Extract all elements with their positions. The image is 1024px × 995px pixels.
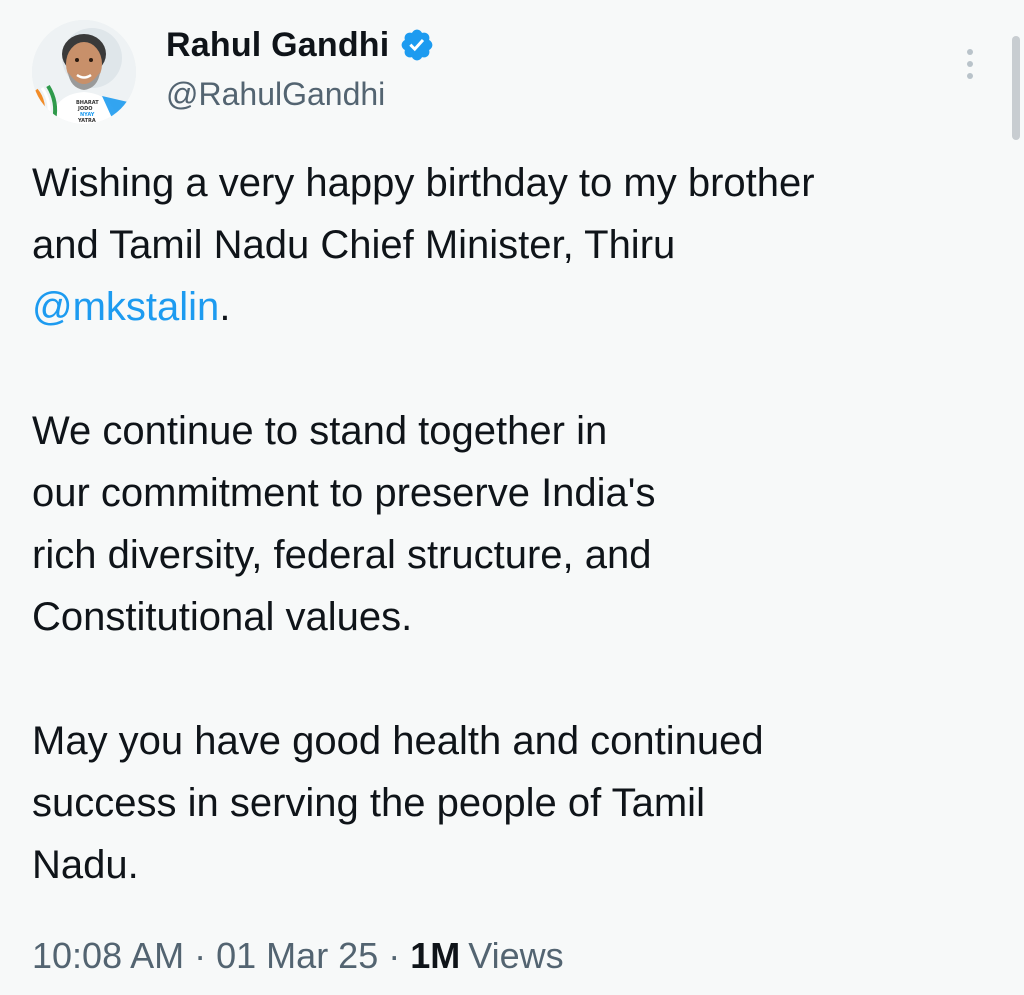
- meta-separator: ·: [388, 935, 401, 976]
- avatar-badge-line: YATRA: [77, 118, 96, 124]
- tweet-line: @mkstalin.: [32, 276, 1002, 338]
- tweet-line: and Tamil Nadu Chief Minister, Thiru: [32, 223, 676, 267]
- tweet-line: We continue to stand together in: [32, 409, 608, 453]
- views-label[interactable]: Views: [468, 935, 563, 976]
- tweet-line: Nadu.: [32, 843, 139, 887]
- more-options-icon[interactable]: [958, 44, 982, 84]
- author-display-name[interactable]: Rahul Gandhi: [166, 24, 389, 66]
- profile-photo-icon: BHARAT JODO NYAY YATRA: [32, 20, 136, 124]
- tweet-meta: 10:08 AM · 01 Mar 25 · 1M Views: [32, 932, 564, 980]
- avatar[interactable]: BHARAT JODO NYAY YATRA: [32, 20, 136, 124]
- tweet-date[interactable]: 01 Mar 25: [216, 935, 378, 976]
- tweet-line: rich diversity, federal structure, and: [32, 533, 652, 577]
- mention-suffix: .: [219, 285, 231, 329]
- tweet-text: Wishing a very happy birthday to my brot…: [32, 152, 1002, 896]
- tweet: BHARAT JODO NYAY YATRA Rahul Gandhi @Rah…: [0, 0, 1024, 995]
- tweet-line: our commitment to preserve India's: [32, 471, 656, 515]
- author-handle[interactable]: @RahulGandhi: [166, 74, 385, 114]
- mention-link[interactable]: @mkstalin: [32, 285, 219, 329]
- meta-separator: ·: [194, 935, 207, 976]
- author-name-row: Rahul Gandhi: [166, 24, 435, 66]
- tweet-line: Wishing a very happy birthday to my brot…: [32, 161, 815, 205]
- tweet-time[interactable]: 10:08 AM: [32, 935, 184, 976]
- tweet-line: Constitutional values.: [32, 595, 413, 639]
- tweet-line: May you have good health and continued: [32, 719, 764, 763]
- views-count[interactable]: 1M: [410, 935, 460, 976]
- verified-badge-icon[interactable]: [399, 27, 435, 63]
- scrollbar[interactable]: [1012, 36, 1020, 140]
- tweet-line: success in serving the people of Tamil: [32, 781, 705, 825]
